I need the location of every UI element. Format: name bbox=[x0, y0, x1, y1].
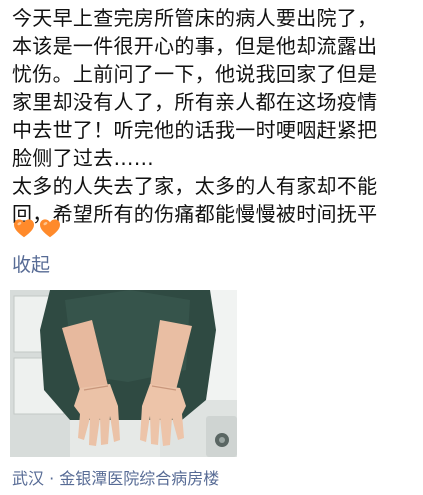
post-text-line: 家里却没有人了，所有亲人都在这场疫情 bbox=[12, 90, 378, 114]
post-text-line: 今天早上查完房所管床的病人要出院了， bbox=[12, 6, 378, 30]
orange-heart-icon bbox=[40, 219, 60, 238]
emoji-row bbox=[12, 214, 62, 242]
post-text: 今天早上查完房所管床的病人要出院了， 本该是一件很开心的事，但是他却流露出 忧伤… bbox=[12, 4, 417, 228]
post-text-line: 脸侧了过去…… bbox=[12, 146, 155, 170]
collapse-link[interactable]: 收起 bbox=[12, 252, 50, 278]
post-text-line: 中去世了！听完他的话我一时哽咽赶紧把 bbox=[12, 118, 378, 142]
post-photo[interactable] bbox=[10, 290, 237, 457]
location-link[interactable]: 武汉 · 金银潭医院综合病房楼 bbox=[12, 468, 219, 490]
post-text-line: 太多的人失去了家，太多的人有家却不能 bbox=[12, 174, 378, 198]
post-text-line: 本该是一件很开心的事，但是他却流露出 bbox=[12, 34, 378, 58]
hands-photo-image bbox=[10, 290, 237, 457]
orange-heart-icon bbox=[14, 219, 34, 238]
moments-post: 今天早上查完房所管床的病人要出院了， 本该是一件很开心的事，但是他却流露出 忧伤… bbox=[0, 0, 423, 495]
post-text-line: 忧伤。上前问了一下，他说我回家了但是 bbox=[12, 62, 378, 86]
post-text-line: 回，希望所有的伤痛都能慢慢被时间抚平 bbox=[12, 202, 378, 226]
